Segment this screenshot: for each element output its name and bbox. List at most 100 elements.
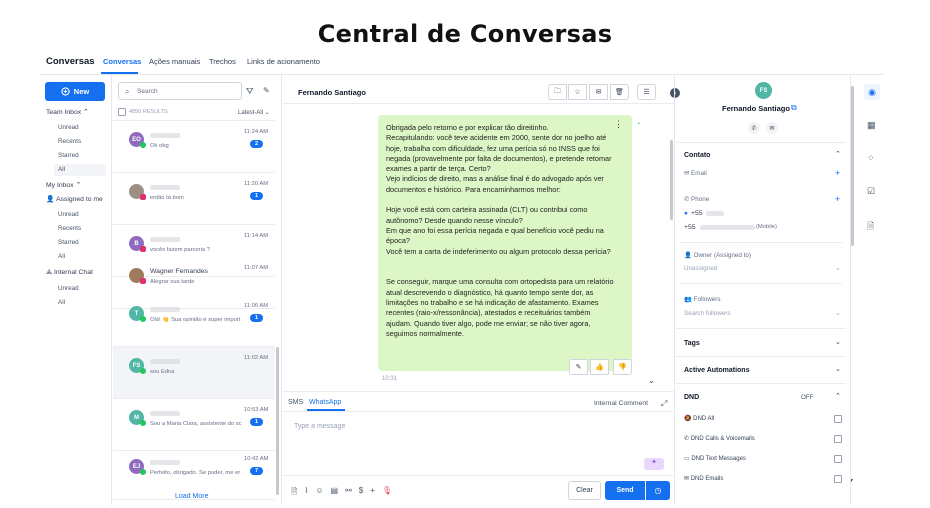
folder-icon[interactable]: 🗀 [548,84,567,100]
conversation-contact-name: Fernando Santiago [298,88,366,97]
internal-unread[interactable]: Unread [58,285,79,292]
followers-search[interactable]: Search followers [684,310,731,317]
template-icon[interactable]: ▤ [331,486,339,500]
workflow-icon[interactable]: ⚯ [345,486,352,500]
list-item[interactable]: FS sou Edna 11:02 AM [113,347,275,399]
contact-name: Wagner Fernandes [150,268,208,275]
new-button[interactable]: New [45,82,105,101]
thumbs-up-icon[interactable]: 👍 [590,359,609,375]
tab-whatsapp[interactable]: WhatsApp [309,399,341,406]
tasks-icon[interactable]: ☑ [867,186,875,197]
sort-dropdown[interactable]: Latest-All ⌄ [238,109,270,116]
scroll-down-icon[interactable]: ⌄ [648,376,655,385]
add-email-icon[interactable]: + [835,168,840,178]
load-more-link[interactable]: Load More [175,493,208,500]
chevron-down-icon[interactable]: ⌄ [835,264,841,272]
ai-assist-icon[interactable]: ✦ [644,458,664,470]
dnd-calls-checkbox[interactable] [834,435,842,443]
filter-lines-icon[interactable]: ☰ [637,84,656,100]
dnd-emails-checkbox[interactable] [834,475,842,483]
internal-all[interactable]: All [58,299,65,306]
redacted-name [150,359,180,364]
team-starred[interactable]: Starred [58,152,79,159]
contact-name: Fernando Santiago [722,104,790,113]
thumbs-down-icon[interactable]: 👎 [613,359,632,375]
chevron-down-icon[interactable]: ⌄ [835,365,841,373]
chevron-up-icon[interactable]: ⌃ [835,150,841,158]
list-item[interactable]: EO Ok obg 11:24 AM 2 [113,121,275,173]
tab-links[interactable]: Links de acionamento [247,57,320,66]
payment-icon[interactable]: $ [359,486,363,500]
my-recents[interactable]: Recents [58,225,81,232]
more-options-icon[interactable]: ⋮ [614,119,623,130]
phone-secondary[interactable]: +55 [684,224,696,231]
compose-icon[interactable]: ✎ [263,86,270,95]
microphone-icon[interactable]: 🎙 [382,486,392,500]
contact-info-icon[interactable]: ◉ [864,84,880,100]
message-preview: Olá! 👋 Sua opinião é super import [150,317,241,323]
instagram-icon [140,246,146,252]
owner-select[interactable]: Unassigned [684,265,717,272]
my-all[interactable]: All [58,253,65,260]
schedule-send-icon[interactable]: ◷ [646,481,670,500]
trash-icon[interactable]: 🗑 [610,84,629,100]
automations-section[interactable]: Active Automations [684,367,749,374]
calendar-icon[interactable]: ▦ [867,120,876,131]
team-unread[interactable]: Unread [58,124,79,131]
list-item[interactable]: então tá bom 11:20 AM 1 [113,173,275,225]
select-all-checkbox[interactable] [118,108,126,116]
my-unread[interactable]: Unread [58,211,79,218]
tab-acoes-manuais[interactable]: Ações manuais [149,57,200,66]
apps-icon[interactable]: ⁘ [867,153,875,164]
team-recents[interactable]: Recents [58,138,81,145]
list-item[interactable]: T Olá! 👋 Sua opinião é super import 11:06 … [113,295,275,347]
internal-comment-tab[interactable]: Internal Comment [594,400,648,407]
dnd-all-label: 🔕 DND All [684,416,715,422]
star-icon[interactable]: ☆ [568,84,587,100]
message-scrollbar[interactable] [670,140,673,220]
my-starred[interactable]: Starred [58,239,79,246]
pin-icon[interactable]: ✎ [569,359,588,375]
search-input[interactable]: ⌕ Search [118,82,242,100]
add-phone-icon[interactable]: + [835,194,840,204]
app-title: Conversas [46,56,95,67]
tab-sms[interactable]: SMS [288,399,303,406]
chevron-down-icon[interactable]: ⌄ [835,338,841,346]
dnd-all-checkbox[interactable] [834,415,842,423]
email-icon[interactable]: ✉ [766,122,778,134]
send-button[interactable]: Send [605,481,645,500]
list-scrollbar[interactable] [276,347,279,495]
notes-icon[interactable]: 🗎 [867,219,874,235]
external-link-icon[interactable]: ⧉ [791,103,797,113]
assigned-to-me[interactable]: 👤 Assigned to me [46,195,103,203]
whatsapp-icon [140,420,146,426]
expand-icon[interactable]: ⤢ [661,399,667,409]
whatsapp-icon [140,316,146,322]
call-icon[interactable]: ✆ [748,122,760,134]
chevron-down-icon[interactable]: ⌄ [835,309,841,317]
list-item[interactable]: M Sou a Maria Clara, assistente do sc 10:5… [113,399,275,451]
tags-section[interactable]: Tags [684,340,700,347]
chevron-up-icon[interactable]: ⌃ [835,392,841,400]
mail-icon[interactable]: ✉ [589,84,608,100]
tab-conversas[interactable]: Conversas [103,57,141,66]
emoji-icon[interactable]: ☺ [315,486,323,500]
tab-trechos[interactable]: Trechos [209,57,236,66]
my-inbox-header[interactable]: My Inbox ⌃ [46,181,81,189]
attachment-icon[interactable]: ⌇ [304,486,308,500]
message-preview: Ok obg [150,143,169,149]
plus-icon[interactable]: + [370,486,375,500]
message-input[interactable]: Type a message [294,423,345,430]
filter-icon[interactable]: ⛛ [246,86,254,97]
unread-badge: 1 [250,314,263,322]
clear-button[interactable]: Clear [568,481,601,500]
internal-chat[interactable]: ⟁ Internal Chat [46,269,93,277]
dnd-text-checkbox[interactable] [834,455,842,463]
phone-primary[interactable]: +55 [691,210,703,217]
contato-section[interactable]: Contato [684,152,710,159]
document-icon[interactable]: 🗎 [291,486,297,500]
dnd-emails-label: ✉ DND Emails [684,476,724,482]
dnd-section[interactable]: DND [684,394,699,401]
team-inbox-header[interactable]: Team Inbox ⌃ [46,108,89,116]
team-all[interactable]: All [54,164,106,176]
